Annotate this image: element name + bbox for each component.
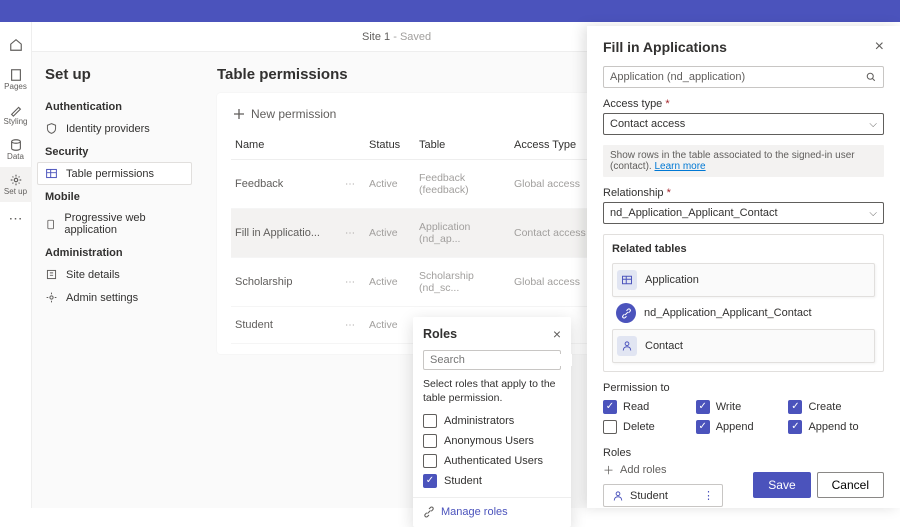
roles-search[interactable] — [423, 350, 561, 370]
roles-search-input[interactable] — [430, 354, 572, 366]
table-icon — [45, 167, 58, 180]
sidebar-item-label: Identity providers — [66, 123, 150, 135]
related-item[interactable]: Application — [612, 263, 875, 297]
link-icon — [423, 506, 435, 518]
related-item: nd_Application_Applicant_Contact — [612, 297, 875, 329]
roles-description: Select roles that apply to the table per… — [413, 376, 571, 411]
related-title: Related tables — [612, 243, 875, 255]
sidebar-item-label: Site details — [66, 269, 120, 281]
role-pill-student[interactable]: Student ⋮ — [603, 484, 723, 507]
sidebar-item-label: Admin settings — [66, 292, 138, 304]
sidebar-item-table-permissions[interactable]: Table permissions — [37, 162, 192, 185]
permission-checkbox[interactable]: Read — [603, 397, 696, 417]
role-option[interactable]: Administrators — [423, 411, 561, 431]
col-access[interactable]: Access Type — [510, 131, 595, 160]
checkbox[interactable] — [788, 400, 802, 414]
row-more[interactable]: ⋯ — [341, 258, 365, 307]
app-topbar — [0, 0, 900, 22]
permission-checkbox[interactable]: Create — [788, 397, 881, 417]
access-type-label: Access type * — [603, 98, 884, 110]
page-breadcrumb: Site 1 - Saved — [362, 31, 431, 43]
sidebar-item-site-details[interactable]: Site details — [37, 263, 192, 286]
checkbox[interactable] — [423, 434, 437, 448]
permission-checkbox[interactable]: Write — [696, 397, 789, 417]
sidebar-title: Set up — [37, 62, 192, 95]
plus-icon — [233, 108, 245, 120]
related-item[interactable]: Contact — [612, 329, 875, 363]
person-icon — [612, 490, 624, 502]
role-option[interactable]: Authenticated Users — [423, 451, 561, 471]
plus-icon: ＋ — [603, 462, 614, 478]
section-auth: Authentication — [37, 95, 192, 117]
sidebar-item-label: Progressive web application — [64, 212, 184, 236]
role-option[interactable]: Anonymous Users — [423, 431, 561, 451]
search-icon — [865, 71, 877, 83]
learn-more-link[interactable]: Learn more — [654, 161, 705, 172]
gear-icon — [45, 291, 58, 304]
link-icon — [616, 303, 636, 323]
chevron-down-icon: ⌵ — [869, 119, 877, 130]
roles-popover-close[interactable]: × — [553, 326, 561, 342]
col-table[interactable]: Table — [415, 131, 510, 160]
roles-popover-title: Roles — [423, 327, 457, 341]
access-hint: Show rows in the table associated to the… — [603, 145, 884, 177]
role-option[interactable]: Student — [423, 471, 561, 491]
sidebar: Set up Authentication Identity providers… — [32, 52, 197, 508]
checkbox[interactable] — [603, 420, 617, 434]
col-name[interactable]: Name — [231, 131, 341, 160]
details-icon — [45, 268, 58, 281]
save-button[interactable]: Save — [753, 472, 810, 498]
rail-more[interactable]: ⋯ — [9, 210, 23, 227]
cancel-button[interactable]: Cancel — [817, 472, 884, 498]
person-icon — [617, 336, 637, 356]
table-icon — [617, 270, 637, 290]
permission-checkbox[interactable]: Append — [696, 417, 789, 437]
chevron-down-icon: ⌵ — [869, 208, 877, 219]
site-name: Site 1 — [362, 31, 390, 43]
rail-setup[interactable]: Set up — [0, 167, 32, 202]
relationship-select[interactable]: nd_Application_Applicant_Contact ⌵ — [603, 202, 884, 224]
checkbox[interactable] — [423, 454, 437, 468]
panel-close[interactable]: × — [875, 38, 884, 56]
role-pill-more[interactable]: ⋮ — [703, 489, 714, 502]
checkbox[interactable] — [788, 420, 802, 434]
row-more[interactable]: ⋯ — [341, 307, 365, 344]
phone-icon — [45, 218, 56, 231]
sidebar-item-label: Table permissions — [66, 168, 154, 180]
details-panel: Fill in Applications × Application (nd_a… — [587, 26, 900, 508]
col-status[interactable]: Status — [365, 131, 415, 160]
permission-to-label: Permission to — [603, 382, 884, 394]
roles-label: Roles — [603, 447, 884, 459]
checkbox[interactable] — [423, 414, 437, 428]
save-state: - Saved — [393, 31, 431, 43]
checkbox[interactable] — [696, 420, 710, 434]
relationship-label: Relationship * — [603, 187, 884, 199]
panel-title: Fill in Applications — [603, 39, 727, 55]
row-more[interactable]: ⋯ — [341, 160, 365, 209]
rail-home[interactable] — [0, 27, 32, 62]
permission-checkbox[interactable]: Delete — [603, 417, 696, 437]
sidebar-item-pwa[interactable]: Progressive web application — [37, 207, 192, 241]
nav-rail: Pages Styling Data Set up ⋯ — [0, 22, 32, 508]
table-input[interactable]: Application (nd_application) — [603, 66, 884, 88]
rail-pages[interactable]: Pages — [0, 62, 32, 97]
roles-popover: Roles × Select roles that apply to the t… — [413, 317, 571, 527]
row-more[interactable]: ⋯ — [341, 209, 365, 258]
checkbox[interactable] — [423, 474, 437, 488]
new-permission-label: New permission — [251, 107, 336, 121]
shield-icon — [45, 122, 58, 135]
related-tables: Related tables Applicationnd_Application… — [603, 234, 884, 372]
access-type-select[interactable]: Contact access ⌵ — [603, 113, 884, 135]
section-security: Security — [37, 140, 192, 162]
rail-data[interactable]: Data — [0, 132, 32, 167]
section-mobile: Mobile — [37, 185, 192, 207]
checkbox[interactable] — [603, 400, 617, 414]
rail-styling[interactable]: Styling — [0, 97, 32, 132]
section-admin: Administration — [37, 241, 192, 263]
sidebar-item-identity-providers[interactable]: Identity providers — [37, 117, 192, 140]
permission-checkbox[interactable]: Append to — [788, 417, 881, 437]
checkbox[interactable] — [696, 400, 710, 414]
sidebar-item-admin-settings[interactable]: Admin settings — [37, 286, 192, 309]
